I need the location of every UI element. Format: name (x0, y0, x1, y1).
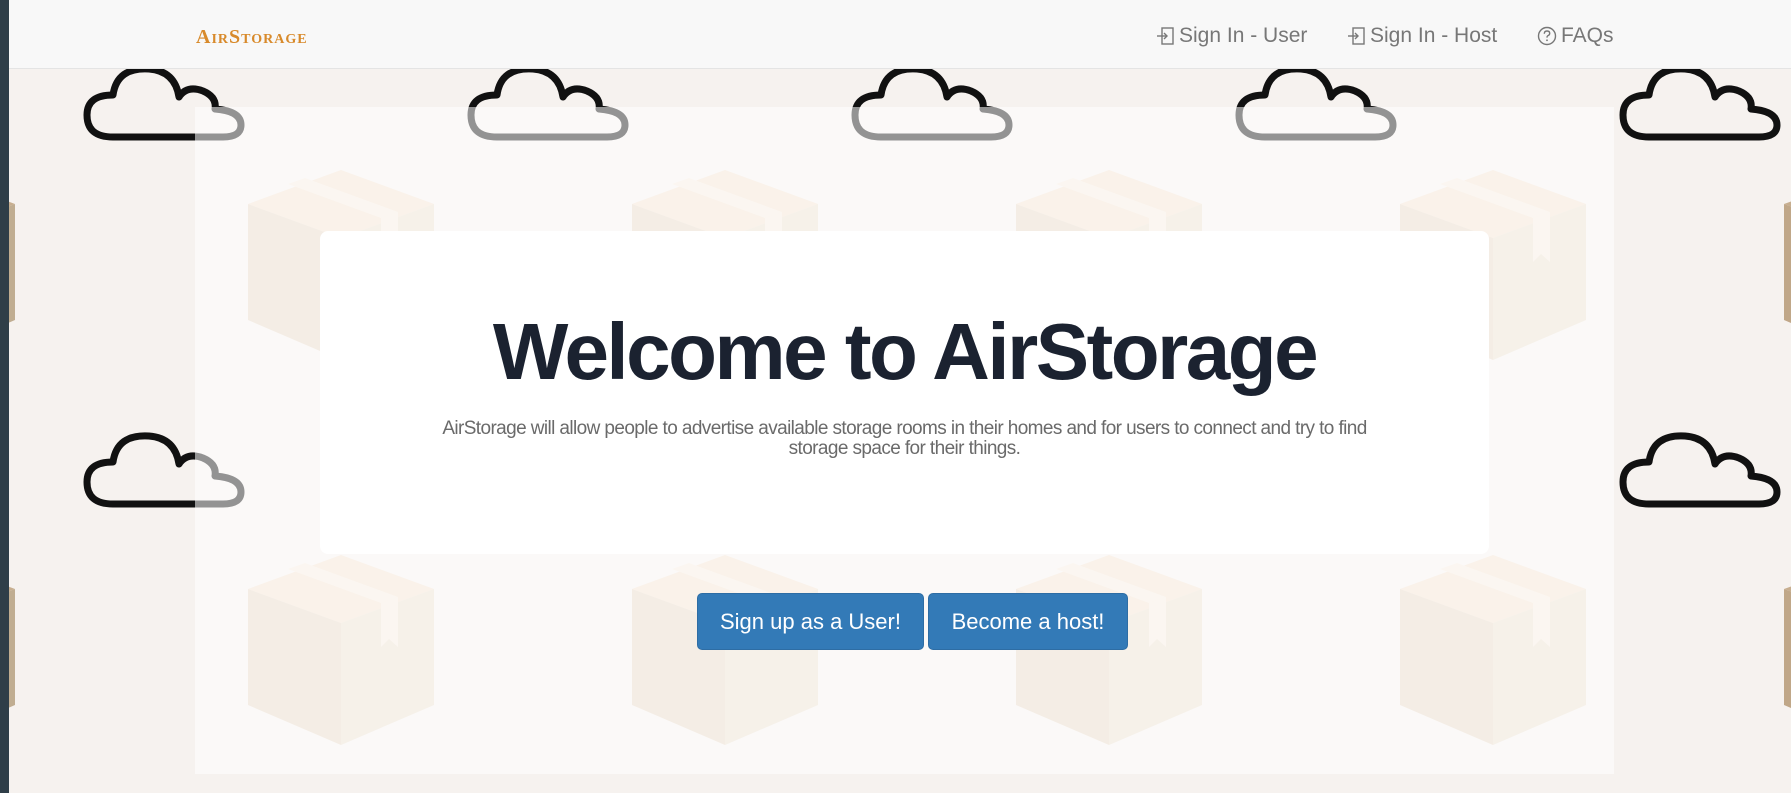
brand-logo[interactable]: AirStorage (196, 25, 308, 49)
nav-link-label: Sign In - Host (1370, 24, 1498, 47)
nav-sign-in-user[interactable]: Sign In - User (1155, 22, 1307, 50)
cardboard-box-icon (1784, 555, 1791, 745)
cloud-icon (1619, 430, 1783, 510)
navbar: AirStorage Sign In - User Sign In - Host (9, 0, 1791, 69)
page-title: Welcome to AirStorage (492, 307, 1319, 396)
sign-up-user-button[interactable]: Sign up as a User! (697, 593, 924, 650)
cardboard-box-icon (9, 170, 15, 360)
log-in-icon (1346, 26, 1366, 46)
cardboard-box-icon (9, 555, 15, 745)
log-in-icon (1155, 26, 1175, 46)
cloud-icon (1619, 63, 1783, 143)
nav-sign-in-host[interactable]: Sign In - Host (1346, 22, 1497, 50)
nav-link-label: FAQs (1561, 24, 1614, 47)
call-to-action-group: Sign up as a User! Become a host! (697, 593, 1128, 650)
question-circle-icon (1537, 26, 1557, 46)
cardboard-box-icon (1784, 170, 1791, 360)
become-host-button[interactable]: Become a host! (928, 593, 1128, 650)
app-viewport: AirStorage Sign In - User Sign In - Host (9, 0, 1791, 793)
hero-jumbotron: Welcome to AirStorage AirStorage will al… (320, 231, 1489, 554)
nav-link-label: Sign In - User (1179, 24, 1308, 47)
hero-description: AirStorage will allow people to advertis… (442, 418, 1367, 459)
nav-faqs[interactable]: FAQs (1537, 22, 1614, 50)
